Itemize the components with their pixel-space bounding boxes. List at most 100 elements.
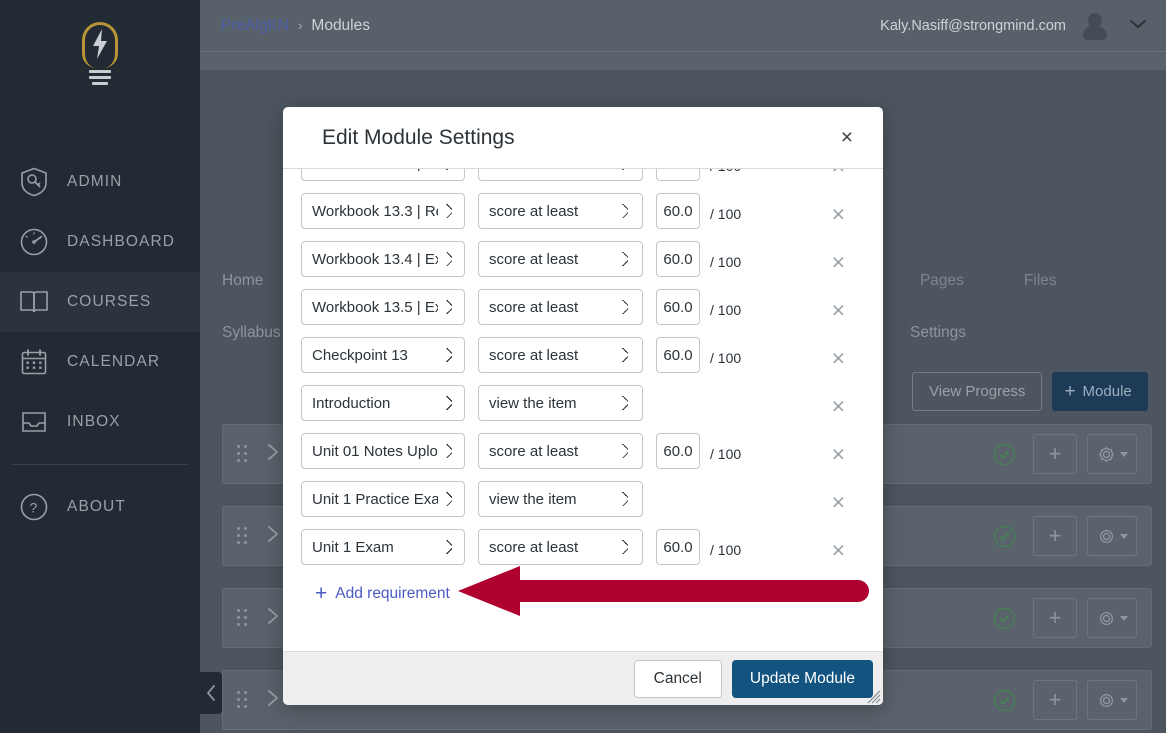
requirement-row: Workbook 13.2 | Exam score at least / 100 × [301, 169, 867, 187]
sidebar-item-inbox[interactable]: INBOX [0, 392, 200, 452]
sidebar-item-courses[interactable]: COURSES [0, 272, 200, 332]
requirement-item-select[interactable]: Workbook 13.3 | Reading [301, 193, 465, 229]
breadcrumb-current: Modules [311, 16, 370, 34]
requirement-item-select[interactable]: Unit 01 Notes Upload [301, 433, 465, 469]
logo-container[interactable] [0, 0, 200, 112]
sidebar-item-dashboard[interactable]: DASHBOARD [0, 212, 200, 272]
user-avatar[interactable] [1080, 11, 1110, 41]
lightning-bolt-icon [93, 29, 107, 59]
score-suffix-label: / 100 [710, 350, 742, 366]
tab-settings[interactable]: Settings [910, 324, 966, 342]
drag-handle-icon[interactable] [237, 609, 249, 627]
requirement-item-select[interactable]: Workbook 13.2 | Exam [301, 169, 465, 181]
chevron-right-icon[interactable] [267, 443, 280, 466]
sidebar-nav: ADMIN DASHBOARD COURSES CALENDAR INBOX ?… [0, 152, 200, 537]
requirement-type-select[interactable]: score at least [478, 433, 643, 469]
sidebar-divider [12, 464, 188, 465]
add-module-button[interactable]: + Module [1052, 372, 1148, 411]
gear-icon[interactable] [1087, 598, 1137, 638]
sidebar-collapse-button[interactable] [200, 672, 222, 714]
breadcrumb-separator: › [298, 18, 303, 33]
remove-requirement-icon[interactable]: × [832, 245, 845, 274]
book-icon [17, 285, 51, 319]
requirement-item-select[interactable]: Unit 1 Practice Exam [301, 481, 465, 517]
sidebar-item-about[interactable]: ? ABOUT [0, 477, 200, 537]
remove-requirement-icon[interactable]: × [832, 341, 845, 370]
requirement-score-input[interactable] [656, 193, 700, 229]
requirement-score-input[interactable] [656, 529, 700, 565]
gear-icon[interactable] [1087, 516, 1137, 556]
requirement-type-select[interactable]: score at least [478, 529, 643, 565]
tab-syllabus[interactable]: Syllabus [222, 324, 281, 342]
requirement-score-input[interactable] [656, 433, 700, 469]
add-item-button[interactable]: + [1033, 434, 1077, 474]
lightbulb-logo [75, 22, 125, 90]
inbox-icon [17, 405, 51, 439]
add-item-button[interactable]: + [1033, 680, 1077, 720]
requirement-item-select[interactable]: Unit 1 Exam [301, 529, 465, 565]
user-email: Kaly.Nasiff@strongmind.com [880, 17, 1066, 34]
score-suffix-label: / 100 [710, 302, 742, 318]
check-circle-icon [994, 607, 1015, 629]
calendar-icon [17, 345, 51, 379]
requirement-score-input[interactable] [656, 169, 700, 181]
add-requirement-button[interactable]: + Add requirement [315, 583, 867, 604]
drag-handle-icon[interactable] [237, 527, 249, 545]
tab-pages[interactable]: Pages [920, 272, 964, 290]
gear-icon[interactable] [1087, 434, 1137, 474]
cancel-button[interactable]: Cancel [633, 659, 722, 698]
caret-down-icon [1119, 451, 1128, 457]
add-item-button[interactable]: + [1033, 516, 1077, 556]
remove-requirement-icon[interactable]: × [832, 169, 845, 178]
tab-files[interactable]: Files [1024, 272, 1057, 290]
score-suffix-label: / 100 [710, 169, 741, 174]
requirement-type-select[interactable]: score at least [478, 193, 643, 229]
requirement-score-input[interactable] [656, 241, 700, 277]
sidebar-item-calendar[interactable]: CALENDAR [0, 332, 200, 392]
caret-down-icon [1119, 697, 1128, 703]
add-requirement-label: Add requirement [335, 584, 450, 602]
requirement-type-select[interactable]: score at least [478, 337, 643, 373]
update-module-button[interactable]: Update Module [731, 659, 873, 698]
breadcrumb-root[interactable]: PreAlgKN [221, 17, 289, 35]
score-suffix-label: / 100 [710, 446, 742, 462]
requirement-row: Unit 1 Exam score at least / 100 × [301, 523, 867, 571]
user-menu[interactable]: Kaly.Nasiff@strongmind.com [880, 11, 1148, 41]
remove-requirement-icon[interactable]: × [832, 389, 845, 418]
sidebar-item-label: COURSES [67, 293, 152, 310]
requirement-type-select[interactable]: view the item [478, 481, 643, 517]
sidebar-item-label: INBOX [67, 413, 121, 430]
requirement-item-select[interactable]: Checkpoint 13 [301, 337, 465, 373]
score-suffix-label: / 100 [710, 254, 742, 270]
remove-requirement-icon[interactable]: × [832, 293, 845, 322]
remove-requirement-icon[interactable]: × [832, 533, 845, 562]
requirement-item-select[interactable]: Introduction [301, 385, 465, 421]
sidebar: ADMIN DASHBOARD COURSES CALENDAR INBOX ?… [0, 0, 200, 733]
requirement-score-input[interactable] [656, 289, 700, 325]
chevron-right-icon[interactable] [267, 689, 280, 712]
requirement-item-select[interactable]: Workbook 13.4 | Exam [301, 241, 465, 277]
drag-handle-icon[interactable] [237, 445, 249, 463]
requirement-type-select[interactable]: view the item [478, 385, 643, 421]
requirement-type-select[interactable]: score at least [478, 289, 643, 325]
remove-requirement-icon[interactable]: × [832, 485, 845, 514]
gear-icon[interactable] [1087, 680, 1137, 720]
chevron-right-icon[interactable] [267, 525, 280, 548]
remove-requirement-icon[interactable]: × [832, 437, 845, 466]
dialog-body: Workbook 13.2 | Exam score at least / 100 ×… [283, 169, 883, 651]
tab-home[interactable]: Home [222, 272, 263, 290]
requirement-item-select[interactable]: Workbook 13.5 | Exam [301, 289, 465, 325]
requirement-row: Introduction view the item × [301, 379, 867, 427]
view-progress-button[interactable]: View Progress [912, 372, 1043, 411]
requirement-score-input[interactable] [656, 337, 700, 373]
remove-requirement-icon[interactable]: × [832, 197, 845, 226]
requirement-type-select[interactable]: score at least [478, 241, 643, 277]
resize-grip-icon[interactable] [867, 690, 881, 704]
chevron-right-icon[interactable] [267, 607, 280, 630]
requirement-type-select[interactable]: score at least [478, 169, 643, 181]
chevron-down-icon[interactable] [1128, 17, 1148, 35]
drag-handle-icon[interactable] [237, 691, 249, 709]
add-item-button[interactable]: + [1033, 598, 1077, 638]
close-icon[interactable]: × [833, 123, 861, 152]
sidebar-item-admin[interactable]: ADMIN [0, 152, 200, 212]
